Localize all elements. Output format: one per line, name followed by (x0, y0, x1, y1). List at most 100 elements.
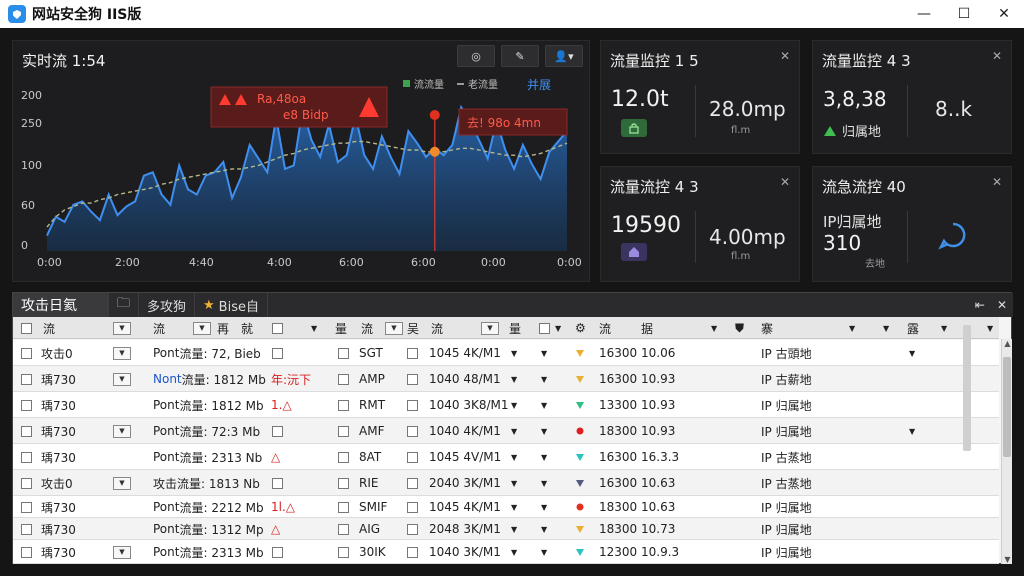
close-button[interactable]: ✕ (984, 0, 1024, 28)
row-checkbox-4[interactable] (407, 546, 418, 558)
expand-arrow-icon[interactable]: ▼ (541, 375, 547, 384)
expand-arrow-icon[interactable]: ▼ (541, 427, 547, 436)
expand-arrow-icon[interactable]: ▼ (541, 349, 547, 358)
expand-arrow-icon[interactable]: ▼ (511, 349, 517, 358)
row-checkbox-4[interactable] (407, 373, 418, 385)
table-row[interactable]: 瑀730 Pont 流量: 1312 Mp △ AIG 2048 3K/M1 ▼ ▼ 18300… (13, 518, 999, 540)
row-checkbox-3[interactable] (338, 399, 349, 411)
column-scrollbar[interactable] (963, 325, 971, 451)
row-checkbox-3[interactable] (338, 546, 349, 558)
tab-attack-log[interactable]: 攻击日氦 (13, 293, 109, 317)
row-action-dropdown[interactable]: ▼ (113, 424, 131, 438)
row-checkbox[interactable] (21, 347, 32, 359)
expand-arrow-icon[interactable]: ▼ (511, 548, 517, 557)
tab-multi-attack[interactable]: 多攻狗 (139, 293, 196, 317)
row-checkbox[interactable] (21, 451, 32, 463)
table-row[interactable]: 瑀730 ▼ Nont 流量: 1812 Mb 年:沅下 AMP 1040 48/M1 ▼ ▼ 1… (13, 366, 999, 392)
row-checkbox[interactable] (21, 523, 32, 535)
expand-arrow-icon[interactable]: ▼ (909, 349, 915, 358)
expand-arrow-icon[interactable]: ▼ (541, 479, 547, 488)
maximize-button[interactable]: ☐ (944, 0, 984, 28)
row-checkbox-3[interactable] (338, 477, 349, 489)
expand-arrow-icon[interactable]: ▼ (541, 453, 547, 462)
col-header[interactable]: 量 (509, 317, 521, 339)
sort-arrow-icon[interactable]: ▼ (941, 324, 947, 333)
row-checkbox[interactable] (21, 477, 32, 489)
column-filter-dropdown[interactable]: ▼ (193, 321, 211, 335)
col-header[interactable]: 就 (241, 317, 253, 339)
col-header[interactable]: 露 (907, 317, 919, 339)
row-checkbox-3[interactable] (338, 425, 349, 437)
sort-arrow-icon[interactable]: ▼ (711, 324, 717, 333)
row-action-dropdown[interactable]: ▼ (113, 372, 131, 386)
row-action-dropdown[interactable]: ▼ (113, 545, 131, 559)
row-checkbox-2[interactable] (272, 425, 283, 437)
sort-arrow-icon[interactable]: ▼ (883, 324, 889, 333)
row-checkbox[interactable] (21, 501, 32, 513)
row-action-dropdown[interactable]: ▼ (113, 346, 131, 360)
expand-arrow-icon[interactable]: ▼ (511, 375, 517, 384)
expand-arrow-icon[interactable]: ▼ (511, 401, 517, 410)
card-close-icon[interactable]: ✕ (992, 49, 1002, 63)
col-header[interactable]: 吴 (407, 317, 419, 339)
expand-arrow-icon[interactable]: ▼ (511, 525, 517, 534)
expand-arrow-icon[interactable]: ▼ (541, 401, 547, 410)
row-checkbox-4[interactable] (407, 477, 418, 489)
sort-arrow-icon[interactable]: ▼ (849, 324, 855, 333)
row-checkbox-3[interactable] (338, 347, 349, 359)
row-checkbox-2[interactable] (272, 477, 283, 489)
table-row[interactable]: 攻击0 ▼ 攻击 流量: 1813 Nb RIE 2040 3K/M1 ▼ ▼ 16300 10… (13, 470, 999, 496)
col-header[interactable]: 流 (361, 317, 373, 339)
col-header[interactable]: 流 (153, 317, 165, 339)
card-close-icon[interactable]: ✕ (780, 175, 790, 189)
col-header[interactable]: 流 (43, 317, 55, 339)
legend-expand-link[interactable]: 并展 (527, 76, 551, 93)
gear-icon[interactable]: ⚙ (575, 321, 586, 335)
row-checkbox-4[interactable] (407, 451, 418, 463)
row-checkbox[interactable] (21, 399, 32, 411)
row-checkbox-2[interactable] (272, 546, 283, 558)
card-close-icon[interactable]: ✕ (780, 49, 790, 63)
expand-arrow-icon[interactable]: ▼ (541, 548, 547, 557)
row-checkbox-2[interactable] (272, 347, 283, 359)
row-checkbox-4[interactable] (407, 399, 418, 411)
vertical-scrollbar[interactable]: ▲ ▼ (1001, 339, 1012, 564)
col-header[interactable]: 流 (599, 317, 611, 339)
table-row[interactable]: 瑀730 ▼ Pont 流量: 2313 Mb 30IK 1040 3K/M1 ▼ ▼ 1230… (13, 540, 999, 564)
col-header[interactable]: 量 (335, 317, 347, 339)
row-checkbox-3[interactable] (338, 501, 349, 513)
table-row[interactable]: 瑀730 Pont 流量: 2212 Mb 1l.△ SMIF 1045 4K/M1 ▼ ▼ 1… (13, 496, 999, 518)
row-checkbox-4[interactable] (407, 523, 418, 535)
expand-arrow-icon[interactable]: ▼ (511, 427, 517, 436)
expand-arrow-icon[interactable]: ▼ (541, 525, 547, 534)
column-checkbox[interactable] (272, 322, 283, 334)
expand-arrow-icon[interactable]: ▼ (511, 479, 517, 488)
col-header[interactable]: 寨 (761, 317, 773, 339)
row-checkbox[interactable] (21, 425, 32, 437)
sort-arrow-icon[interactable]: ▼ (555, 324, 561, 333)
col-header[interactable]: 流 (431, 317, 443, 339)
scroll-up-icon[interactable]: ▲ (1002, 339, 1013, 348)
column-filter-dropdown[interactable]: ▼ (385, 321, 403, 335)
row-checkbox-3[interactable] (338, 451, 349, 463)
collapse-icon[interactable]: ⇤ (975, 298, 985, 312)
expand-arrow-icon[interactable]: ▼ (541, 503, 547, 512)
scroll-down-icon[interactable]: ▼ (1002, 555, 1013, 564)
expand-arrow-icon[interactable]: ▼ (909, 427, 915, 436)
tab-folder[interactable]: 🗀 (109, 293, 139, 317)
tab-starred[interactable]: ★ Bise自 (195, 293, 268, 317)
table-row[interactable]: 攻击0 ▼ Pont 流量: 72, Bieb SGT 1045 4K/M1 ▼ ▼ 16300… (13, 340, 999, 366)
row-checkbox[interactable] (21, 373, 32, 385)
expand-arrow-icon[interactable]: ▼ (511, 453, 517, 462)
panel-close-icon[interactable]: ✕ (997, 298, 1007, 312)
table-row[interactable]: 瑀730 Pont 流量: 2313 Nb △ 8AT 1045 4V/M1 ▼ ▼ 16300… (13, 444, 999, 470)
row-checkbox-4[interactable] (407, 501, 418, 513)
row-checkbox-3[interactable] (338, 523, 349, 535)
refresh-button[interactable]: ◎ (457, 45, 495, 67)
column-checkbox[interactable] (539, 322, 550, 334)
sort-arrow-icon[interactable]: ▼ (987, 324, 993, 333)
col-header[interactable]: 据 (641, 317, 653, 339)
minimize-button[interactable]: — (904, 0, 944, 28)
row-checkbox[interactable] (21, 546, 32, 558)
card-close-icon[interactable]: ✕ (992, 175, 1002, 189)
